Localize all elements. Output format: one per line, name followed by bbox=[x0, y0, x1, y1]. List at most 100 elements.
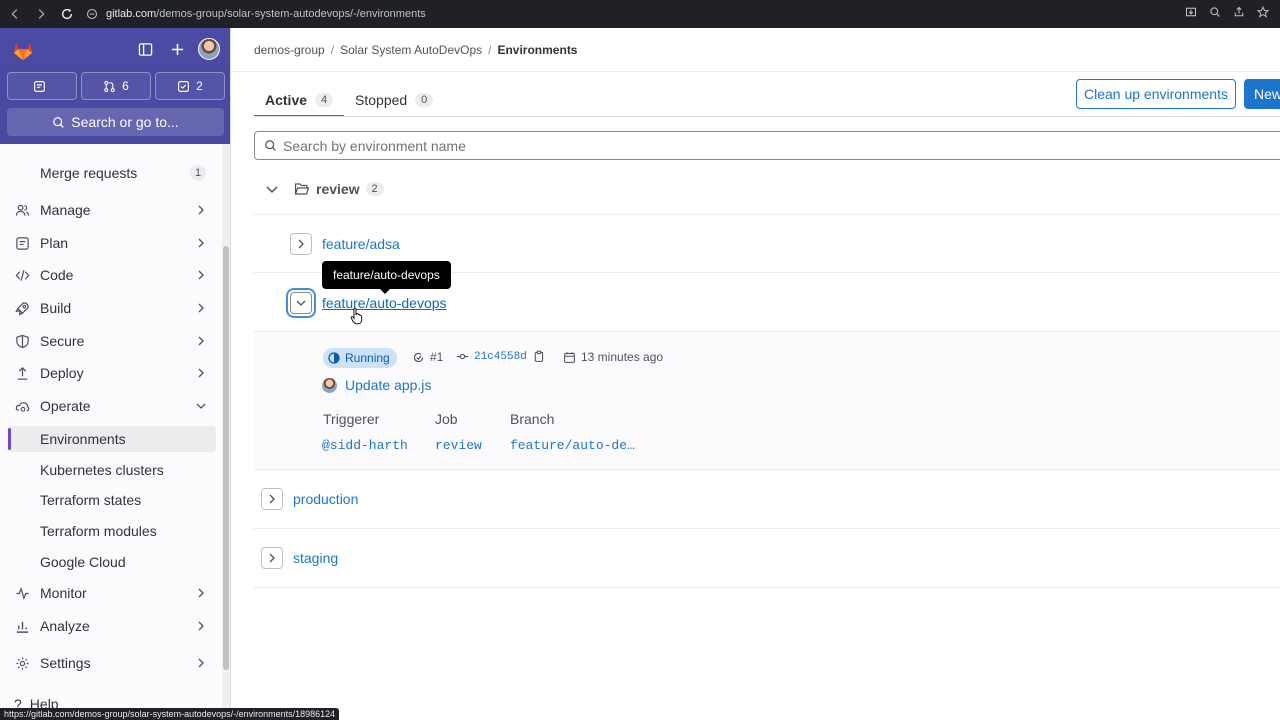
search-or-go-to-button[interactable]: Search or go to... bbox=[7, 108, 224, 136]
chevron-down-icon bbox=[296, 300, 306, 306]
install-icon[interactable] bbox=[1184, 5, 1198, 19]
job-link[interactable]: review bbox=[435, 438, 482, 453]
reload-icon[interactable] bbox=[56, 3, 78, 25]
sidebar-item-build[interactable]: Build bbox=[8, 295, 216, 321]
sidebar-item-environments[interactable]: Environments bbox=[8, 426, 216, 452]
sidebar-scrollbar-thumb[interactable] bbox=[223, 246, 229, 670]
deployment-number: #1 bbox=[412, 350, 443, 364]
tab-stopped[interactable]: Stopped 0 bbox=[344, 84, 444, 116]
commit-sha-link[interactable]: 21c4558d bbox=[474, 351, 527, 363]
sidebar-item-merge-requests[interactable]: Merge requests 1 bbox=[8, 160, 216, 186]
chevron-down-icon[interactable] bbox=[264, 181, 280, 197]
row-divider bbox=[254, 528, 1280, 529]
sidebar-item-terraform-modules[interactable]: Terraform modules bbox=[8, 518, 216, 544]
environment-link[interactable]: feature/auto-devops bbox=[322, 295, 447, 311]
chevron-right-icon bbox=[198, 621, 204, 631]
environment-link[interactable]: staging bbox=[293, 550, 338, 566]
gear-icon bbox=[14, 655, 30, 671]
search-icon bbox=[265, 140, 276, 151]
cloud-gear-icon bbox=[14, 398, 30, 414]
issues-icon bbox=[33, 80, 45, 92]
chevron-right-icon bbox=[198, 238, 204, 248]
folder-name: review bbox=[316, 181, 360, 197]
sidebar-item-plan[interactable]: Plan bbox=[8, 230, 216, 256]
bookmark-star-icon[interactable] bbox=[1256, 5, 1270, 19]
environment-search-input[interactable] bbox=[283, 137, 1183, 154]
shield-icon bbox=[14, 333, 30, 349]
address-bar[interactable]: gitlab.com/demos-group/solar-system-auto… bbox=[80, 3, 1270, 25]
sidebar-item-deploy[interactable]: Deploy bbox=[8, 360, 216, 386]
active-count-badge: 4 bbox=[315, 93, 334, 107]
commit-message-link[interactable]: Update app.js bbox=[345, 377, 431, 393]
environment-name-tooltip: feature/auto-devops bbox=[322, 261, 451, 294]
chevron-right-icon bbox=[198, 270, 204, 280]
todo-icon bbox=[178, 80, 190, 92]
forward-icon[interactable] bbox=[30, 3, 52, 25]
assigned-issues-button[interactable] bbox=[7, 72, 77, 100]
deployment-status-badge[interactable]: Running bbox=[323, 348, 397, 368]
breadcrumb-current[interactable]: Environments bbox=[497, 43, 577, 57]
folder-count-badge: 2 bbox=[365, 182, 384, 196]
environment-row-feature-adsa: feature/adsa bbox=[290, 233, 400, 255]
deployment-time: 13 minutes ago bbox=[563, 350, 663, 364]
chevron-right-icon bbox=[198, 336, 204, 346]
create-new-icon[interactable] bbox=[166, 38, 188, 60]
stopped-count-badge: 0 bbox=[415, 93, 434, 107]
todos-counter-button[interactable]: 2 bbox=[155, 72, 225, 100]
job-label: Job bbox=[435, 411, 458, 427]
sidebar-item-operate[interactable]: Operate bbox=[8, 393, 216, 419]
sidebar-item-secure[interactable]: Secure bbox=[8, 328, 216, 354]
back-icon[interactable] bbox=[4, 3, 26, 25]
copy-icon[interactable] bbox=[532, 350, 545, 363]
environment-link[interactable]: feature/adsa bbox=[322, 236, 400, 252]
share-icon[interactable] bbox=[1232, 5, 1246, 19]
sidebar-item-kubernetes-clusters[interactable]: Kubernetes clusters bbox=[8, 457, 216, 483]
commit-info: Update app.js bbox=[322, 377, 431, 393]
deployment-icon bbox=[413, 352, 424, 362]
chevron-right-icon bbox=[198, 658, 204, 668]
expand-environment-button[interactable] bbox=[261, 547, 283, 569]
breadcrumb-project[interactable]: Solar System AutoDevOps bbox=[340, 43, 482, 57]
sidebar-item-code[interactable]: Code bbox=[8, 262, 216, 288]
site-info-icon[interactable] bbox=[86, 8, 98, 20]
breadcrumb-group[interactable]: demos-group bbox=[254, 43, 325, 57]
expand-environment-button[interactable] bbox=[290, 233, 312, 255]
gitlab-logo-icon[interactable] bbox=[12, 40, 34, 62]
sidebar: 6 2 Search or go to... Merge requests 1 … bbox=[0, 28, 231, 720]
tabs-divider bbox=[254, 116, 1280, 117]
expand-environment-button[interactable] bbox=[261, 488, 283, 510]
merge-requests-counter-button[interactable]: 6 bbox=[81, 72, 151, 100]
commit-author-avatar[interactable] bbox=[322, 377, 337, 393]
folder-row-review[interactable]: review 2 bbox=[254, 176, 384, 202]
commit-icon bbox=[456, 353, 469, 360]
sidebar-item-google-cloud[interactable]: Google Cloud bbox=[8, 549, 216, 575]
environment-row-staging: staging bbox=[261, 547, 338, 569]
sidebar-item-manage[interactable]: Manage bbox=[8, 197, 216, 223]
new-environment-button[interactable]: New bbox=[1244, 79, 1280, 109]
sidebar-item-terraform-states[interactable]: Terraform states bbox=[8, 487, 216, 513]
collapse-environment-button[interactable] bbox=[290, 292, 312, 314]
user-avatar[interactable] bbox=[198, 38, 220, 60]
folder-open-icon bbox=[294, 183, 310, 195]
hand-cursor-icon bbox=[350, 307, 363, 325]
row-divider bbox=[254, 587, 1280, 588]
chevron-right-icon bbox=[198, 368, 204, 378]
url-text: gitlab.com/demos-group/solar-system-auto… bbox=[106, 8, 426, 20]
sidebar-item-analyze[interactable]: Analyze bbox=[8, 613, 216, 639]
zoom-icon[interactable] bbox=[1208, 5, 1222, 19]
merge-requests-count-badge: 1 bbox=[190, 165, 206, 181]
sidebar-item-settings[interactable]: Settings bbox=[8, 650, 216, 676]
environment-row-feature-auto-devops: feature/auto-devops bbox=[290, 292, 447, 314]
branch-link[interactable]: feature/auto-de… bbox=[510, 438, 635, 453]
triggerer-link[interactable]: @sidd-harth bbox=[322, 438, 408, 453]
running-status-icon bbox=[328, 352, 340, 364]
chevron-down-icon bbox=[196, 403, 206, 409]
clean-up-environments-button[interactable]: Clean up environments bbox=[1076, 79, 1236, 109]
tab-active[interactable]: Active 4 bbox=[254, 84, 345, 117]
sidebar-item-monitor[interactable]: Monitor bbox=[8, 580, 216, 606]
browser-toolbar: gitlab.com/demos-group/solar-system-auto… bbox=[0, 0, 1280, 28]
environment-link[interactable]: production bbox=[293, 491, 358, 507]
commit-sha: 21c4558d bbox=[456, 350, 545, 363]
users-icon bbox=[14, 202, 30, 218]
toggle-sidebar-icon[interactable] bbox=[134, 38, 156, 60]
